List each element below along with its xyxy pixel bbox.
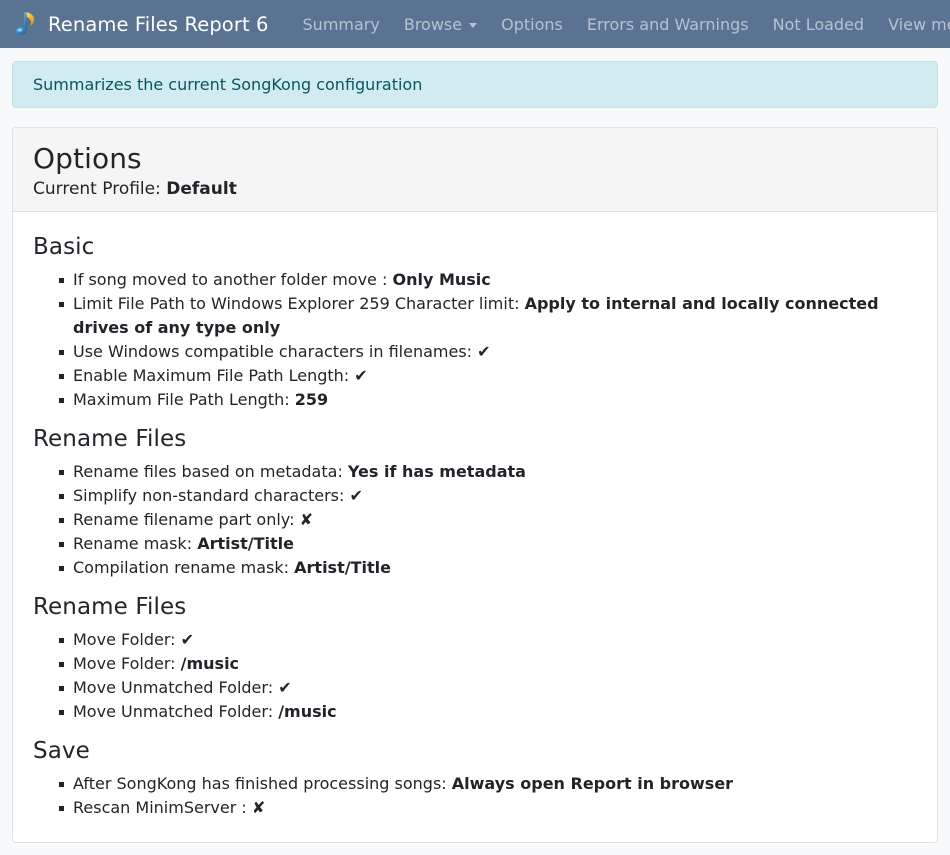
brand-title: Rename Files Report 6	[48, 12, 269, 36]
option-value: Artist/Title	[294, 558, 391, 577]
option-label: Move Folder:	[73, 654, 176, 673]
section-title: Rename Files	[33, 426, 187, 452]
info-alert-text: Summarizes the current SongKong configur…	[33, 75, 423, 94]
check-icon: ✔	[278, 678, 292, 697]
option-value: Always open Report in browser	[451, 774, 734, 793]
option-item: Move Unmatched Folder: /music	[59, 700, 917, 724]
option-label: Compilation rename mask:	[73, 558, 290, 577]
option-value: 259	[294, 390, 329, 409]
nav-link-errors-and-warnings[interactable]: Errors and Warnings	[575, 11, 761, 38]
option-value: Only Music	[392, 270, 491, 289]
option-item: Rescan MinimServer : ✘	[59, 796, 917, 820]
nav-link-view-metadata-as-spreadsheet[interactable]: View metadata as Spreadsheet	[876, 11, 950, 38]
page-title: Options	[33, 142, 142, 175]
check-icon: ✔	[354, 366, 368, 385]
cross-icon: ✘	[251, 798, 266, 817]
option-item: Move Folder: /music	[59, 652, 917, 676]
top-navbar: Rename Files Report 6 Summary Browse Opt…	[0, 0, 950, 48]
option-item: Compilation rename mask: Artist/Title	[59, 556, 917, 580]
current-profile-value: Default	[166, 179, 237, 199]
option-item: Maximum File Path Length: 259	[59, 388, 917, 412]
option-label: If song moved to another folder move :	[73, 270, 388, 289]
option-item: Move Folder: ✔	[59, 628, 917, 652]
option-value: Artist/Title	[197, 534, 294, 553]
sections-root: Basic If song moved to another folder mov…	[33, 234, 917, 820]
option-item: Use Windows compatible characters in fil…	[59, 340, 917, 364]
option-item: Limit File Path to Windows Explorer 259 …	[59, 292, 917, 340]
nav-link-summary-label: Summary	[302, 14, 380, 34]
nav-link-errors-and-warnings-label: Errors and Warnings	[586, 14, 749, 34]
option-label: Enable Maximum File Path Length:	[73, 366, 350, 385]
option-item: After SongKong has finished processing s…	[59, 772, 917, 796]
options-list: If song moved to another folder move : O…	[33, 268, 917, 412]
check-icon: ✔	[349, 486, 363, 505]
options-card: Options Current Profile: Default Basic If…	[12, 127, 938, 843]
section-title: Basic	[33, 234, 95, 260]
option-label: Move Unmatched Folder:	[73, 702, 274, 721]
options-list: After SongKong has finished processing s…	[33, 772, 917, 820]
music-note-logo-icon	[16, 12, 35, 35]
option-label: Use Windows compatible characters in fil…	[73, 342, 473, 361]
option-label: Rename mask:	[73, 534, 193, 553]
option-label: Simplify non-standard characters:	[73, 486, 345, 505]
nav-link-summary[interactable]: Summary	[291, 11, 392, 38]
nav-link-not-loaded-label: Not Loaded	[772, 14, 865, 34]
option-label: Rescan MinimServer :	[73, 798, 247, 817]
option-item: If song moved to another folder move : O…	[59, 268, 917, 292]
check-icon: ✔	[180, 630, 195, 649]
nav-link-options[interactable]: Options	[489, 11, 575, 38]
option-value: /music	[278, 702, 337, 721]
nav-link-not-loaded[interactable]: Not Loaded	[761, 11, 877, 38]
option-label: Move Folder:	[73, 630, 176, 649]
option-item: Simplify non-standard characters: ✔	[59, 484, 917, 508]
option-item: Enable Maximum File Path Length: ✔	[59, 364, 917, 388]
options-list: Rename files based on metadata: Yes if h…	[33, 460, 917, 580]
brand[interactable]: Rename Files Report 6	[12, 9, 269, 39]
nav-links: Summary Browse Options Errors and Warnin…	[291, 11, 950, 38]
option-label: Rename files based on metadata:	[73, 462, 343, 481]
nav-link-options-label: Options	[501, 14, 563, 34]
option-item: Rename files based on metadata: Yes if h…	[59, 460, 917, 484]
options-list: Move Folder: ✔ Move Folder: /music Move Un…	[33, 628, 917, 724]
check-icon: ✔	[477, 342, 491, 361]
option-value: /music	[180, 654, 240, 673]
option-item: Move Unmatched Folder: ✔	[59, 676, 917, 700]
chevron-down-icon	[469, 22, 478, 28]
option-label: Rename filename part only:	[73, 510, 295, 529]
option-item: Rename filename part only: ✘	[59, 508, 917, 532]
options-card-header: Options Current Profile: Default	[13, 128, 937, 212]
current-profile: Current Profile: Default	[33, 179, 917, 199]
info-alert: Summarizes the current SongKong configur…	[12, 61, 938, 108]
option-label: Limit File Path to Windows Explorer 259 …	[73, 294, 520, 313]
section-title: Rename Files	[33, 594, 187, 620]
nav-link-view-metadata-as-spreadsheet-label: View metadata as Spreadsheet	[888, 14, 950, 34]
cross-icon: ✘	[299, 510, 313, 529]
nav-link-browse-label: Browse	[403, 14, 463, 34]
option-label: Move Unmatched Folder:	[73, 678, 274, 697]
current-profile-label: Current Profile:	[33, 179, 161, 199]
option-item: Rename mask: Artist/Title	[59, 532, 917, 556]
nav-link-browse[interactable]: Browse	[392, 11, 489, 38]
options-card-body: Basic If song moved to another folder mov…	[13, 212, 937, 842]
option-label: After SongKong has finished processing s…	[73, 774, 447, 793]
option-label: Maximum File Path Length:	[73, 390, 290, 409]
section-title: Save	[33, 738, 90, 764]
option-value: Yes if has metadata	[347, 462, 526, 481]
